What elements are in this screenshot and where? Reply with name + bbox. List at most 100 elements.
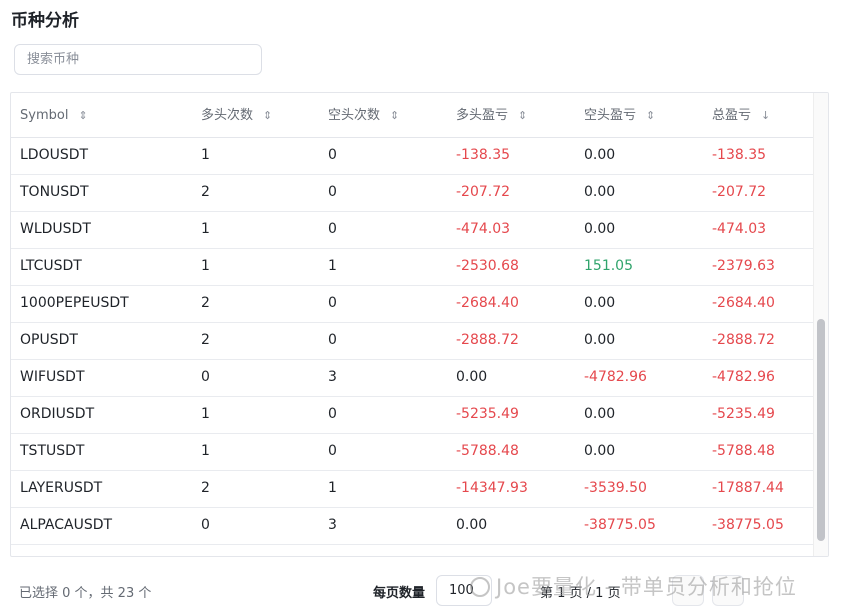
cell-total-pnl: -5788.48 [712, 443, 775, 459]
header-label: 多头次数 [201, 107, 254, 123]
scrollbar-thumb[interactable] [817, 319, 825, 541]
cell-short-count: 3 [328, 517, 337, 533]
header-short-count[interactable]: 空头次数 ⇕ [328, 93, 399, 137]
table-header: Symbol ⇕ 多头次数 ⇕ 空头次数 ⇕ 多头盈亏 ⇕ 空头盈亏 ⇕ 总盈亏… [11, 93, 815, 138]
search-box[interactable] [14, 44, 262, 75]
cell-total-pnl: -138.35 [712, 147, 767, 163]
search-input[interactable] [15, 45, 261, 74]
cell-total-pnl: -474.03 [712, 221, 767, 237]
cell-long-pnl: -2888.72 [456, 332, 519, 348]
header-total-pnl[interactable]: 总盈亏 ↓ [712, 93, 770, 137]
cell-short-count: 0 [328, 147, 337, 163]
table-row[interactable]: LTCUSDT 1 1 -2530.68 151.05 -2379.63 [11, 248, 815, 286]
cell-long-pnl: -5788.48 [456, 443, 519, 459]
header-long-pnl[interactable]: 多头盈亏 ⇕ [456, 93, 527, 137]
cell-long-pnl: -2530.68 [456, 258, 519, 274]
cell-total-pnl: -38775.05 [712, 517, 784, 533]
cell-symbol: WLDUSDT [20, 221, 91, 237]
cell-short-pnl: 0.00 [584, 295, 616, 311]
table-row[interactable]: OPUSDT 2 0 -2888.72 0.00 -2888.72 [11, 322, 815, 360]
cell-short-count: 0 [328, 295, 337, 311]
scrollbar-track[interactable] [813, 93, 828, 556]
watermark: Joe要量化 - 带单员分析和抢位 [470, 571, 797, 601]
cell-long-count: 2 [201, 332, 210, 348]
cell-long-count: 2 [201, 480, 210, 496]
header-label: 空头盈亏 [584, 107, 637, 123]
table-row[interactable]: ORDIUSDT 1 0 -5235.49 0.00 -5235.49 [11, 396, 815, 434]
cell-long-pnl: -2684.40 [456, 295, 519, 311]
table-row[interactable]: LDOUSDT 1 0 -138.35 0.00 -138.35 [11, 137, 815, 175]
cell-total-pnl: -5235.49 [712, 406, 775, 422]
cell-long-pnl: 0.00 [456, 517, 488, 533]
cell-short-count: 3 [328, 369, 337, 385]
sort-icon[interactable]: ↓ [761, 110, 770, 121]
cell-long-count: 1 [201, 147, 210, 163]
cell-long-pnl: -138.35 [456, 147, 511, 163]
sort-icon[interactable]: ⇕ [263, 110, 272, 121]
cell-short-pnl: -4782.96 [584, 369, 647, 385]
prev-page-button[interactable] [672, 575, 704, 606]
cell-short-pnl: 0.00 [584, 332, 616, 348]
cell-short-pnl: 0.00 [584, 443, 616, 459]
cell-total-pnl: -2379.63 [712, 258, 775, 274]
cell-symbol: LAYERUSDT [20, 480, 103, 496]
cell-symbol: ORDIUSDT [20, 406, 95, 422]
cell-long-count: 1 [201, 443, 210, 459]
cell-short-pnl: -3539.50 [584, 480, 647, 496]
sort-icon[interactable]: ⇕ [518, 110, 527, 121]
cell-long-count: 0 [201, 369, 210, 385]
cell-short-pnl: 0.00 [584, 147, 616, 163]
cell-long-pnl: 0.00 [456, 369, 488, 385]
cell-long-count: 1 [201, 406, 210, 422]
sort-icon[interactable]: ⇕ [646, 110, 655, 121]
cell-symbol: OPUSDT [20, 332, 78, 348]
cell-symbol: ALPACAUSDT [20, 517, 113, 533]
header-long-count[interactable]: 多头次数 ⇕ [201, 93, 272, 137]
page-indicator: 第 1 页 / 1 页 [540, 586, 621, 601]
cell-short-count: 0 [328, 406, 337, 422]
cell-short-count: 0 [328, 184, 337, 200]
cell-total-pnl: -2888.72 [712, 332, 775, 348]
cell-symbol: LTCUSDT [20, 258, 82, 274]
header-label: 空头次数 [328, 107, 381, 123]
header-label: Symbol [20, 107, 69, 123]
cell-long-pnl: -14347.93 [456, 480, 528, 496]
table-row[interactable]: WLDUSDT 1 0 -474.03 0.00 -474.03 [11, 211, 815, 249]
header-short-pnl[interactable]: 空头盈亏 ⇕ [584, 93, 655, 137]
cell-short-pnl: 0.00 [584, 406, 616, 422]
cell-long-count: 1 [201, 221, 210, 237]
symbol-table: Symbol ⇕ 多头次数 ⇕ 空头次数 ⇕ 多头盈亏 ⇕ 空头盈亏 ⇕ 总盈亏… [10, 92, 829, 557]
cell-short-pnl: 0.00 [584, 221, 616, 237]
sort-icon[interactable]: ⇕ [78, 110, 87, 121]
cell-long-count: 2 [201, 295, 210, 311]
per-page-label: 每页数量 [373, 586, 426, 601]
cell-short-pnl: 0.00 [584, 184, 616, 200]
cell-long-pnl: -474.03 [456, 221, 511, 237]
cell-symbol: 1000PEPEUSDT [20, 295, 129, 311]
cell-short-count: 1 [328, 258, 337, 274]
header-symbol[interactable]: Symbol ⇕ [20, 93, 88, 137]
table-row[interactable]: ALPACAUSDT 0 3 0.00 -38775.05 -38775.05 [11, 507, 815, 545]
cell-short-pnl: -38775.05 [584, 517, 656, 533]
cell-long-count: 1 [201, 258, 210, 274]
selection-summary: 已选择 0 个，共 23 个 [19, 586, 152, 601]
sort-icon[interactable]: ⇕ [390, 110, 399, 121]
per-page-select[interactable]: 100 [436, 575, 492, 606]
table-row[interactable]: TSTUSDT 1 0 -5788.48 0.00 -5788.48 [11, 433, 815, 471]
table-row[interactable]: 1000PEPEUSDT 2 0 -2684.40 0.00 -2684.40 [11, 285, 815, 323]
table-row[interactable]: WIFUSDT 0 3 0.00 -4782.96 -4782.96 [11, 359, 815, 397]
cell-long-count: 0 [201, 517, 210, 533]
cell-short-count: 0 [328, 332, 337, 348]
cell-total-pnl: -4782.96 [712, 369, 775, 385]
cell-short-count: 0 [328, 221, 337, 237]
cell-short-pnl: 151.05 [584, 258, 633, 274]
cell-long-pnl: -5235.49 [456, 406, 519, 422]
table-row[interactable]: TONUSDT 2 0 -207.72 0.00 -207.72 [11, 174, 815, 212]
header-label: 总盈亏 [712, 107, 752, 123]
cell-symbol: TSTUSDT [20, 443, 85, 459]
cell-symbol: WIFUSDT [20, 369, 85, 385]
next-page-button[interactable] [712, 575, 744, 606]
table-row[interactable]: LAYERUSDT 2 1 -14347.93 -3539.50 -17887.44 [11, 470, 815, 508]
cell-short-count: 1 [328, 480, 337, 496]
cell-total-pnl: -17887.44 [712, 480, 784, 496]
